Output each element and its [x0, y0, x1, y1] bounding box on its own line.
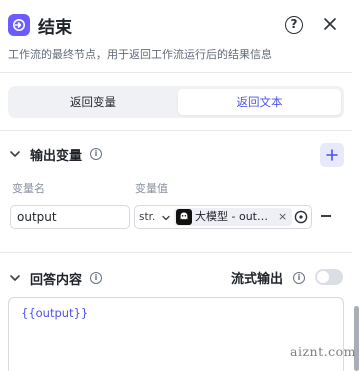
chevron-down-icon — [162, 215, 170, 221]
section-divider — [0, 252, 352, 253]
answer-content-title: 回答内容 — [30, 273, 83, 288]
node-header: 结束 ? 工作流的最终节点，用于返回工作流运行后的结果信息 — [0, 0, 361, 72]
reference-label: 大模型 - out… — [195, 210, 268, 223]
header-divider — [0, 72, 352, 73]
remove-reference-icon[interactable]: × — [278, 209, 287, 225]
scrollbar[interactable] — [354, 306, 359, 371]
tab-return-variable[interactable]: 返回变量 — [11, 89, 175, 115]
answer-content-editor[interactable]: {{output}} — [8, 297, 344, 371]
variable-reference-tag[interactable]: 大模型 - out… × — [174, 208, 292, 226]
output-vars-header[interactable]: 输出变量 i — [0, 143, 352, 165]
type-select-value: str. — [139, 211, 156, 223]
add-variable-button[interactable] — [320, 143, 344, 167]
llm-node-icon — [176, 209, 192, 225]
variable-picker-icon[interactable] — [294, 210, 308, 224]
node-description: 工作流的最终节点，用于返回工作流运行后的结果信息 — [8, 48, 272, 61]
watermark: aiznt.com — [290, 344, 356, 359]
answer-content-text: {{output}} — [21, 306, 89, 320]
close-icon[interactable] — [320, 14, 340, 34]
column-label-name: 变量名 — [12, 182, 45, 195]
variable-value-field[interactable]: str. 大模型 - out… × — [134, 205, 312, 229]
info-icon[interactable]: i — [90, 148, 102, 160]
variable-name-input[interactable]: output — [10, 205, 130, 229]
tab-return-text[interactable]: 返回文本 — [178, 89, 341, 115]
stream-output-label: 流式输出 — [231, 272, 284, 287]
info-icon[interactable]: i — [293, 272, 305, 284]
end-node-icon — [8, 14, 30, 36]
output-vars-title: 输出变量 — [30, 149, 83, 164]
type-select[interactable]: str. — [137, 209, 173, 225]
column-label-value: 变量值 — [135, 182, 168, 195]
help-icon[interactable]: ? — [285, 16, 303, 34]
info-icon[interactable]: i — [90, 272, 102, 284]
return-mode-tabs: 返回变量 返回文本 — [8, 86, 344, 118]
remove-variable-button[interactable] — [321, 215, 331, 217]
plus-icon — [326, 149, 338, 161]
chevron-down-icon[interactable] — [9, 272, 21, 284]
node-title: 结束 — [38, 18, 72, 38]
tabs-divider — [0, 130, 352, 131]
toggle-knob — [317, 271, 329, 283]
stream-output-toggle[interactable] — [315, 269, 343, 285]
chevron-down-icon[interactable] — [9, 148, 21, 160]
